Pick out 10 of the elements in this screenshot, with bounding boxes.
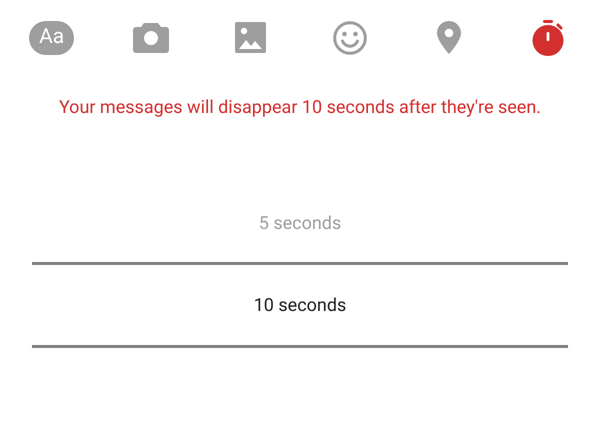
image-icon <box>234 22 266 53</box>
camera-icon <box>132 22 169 52</box>
text-style-badge: Aa <box>29 20 74 54</box>
stopwatch-icon <box>531 20 566 56</box>
smiley-icon <box>332 20 367 54</box>
duration-option[interactable]: 10 seconds <box>32 262 568 348</box>
disappear-notice: Your messages will disappear 10 seconds after they're seen. <box>58 96 542 120</box>
location-pin-icon <box>436 21 461 54</box>
text-style-button[interactable]: Aa <box>22 16 82 60</box>
duration-option[interactable]: 5 seconds <box>32 184 568 262</box>
